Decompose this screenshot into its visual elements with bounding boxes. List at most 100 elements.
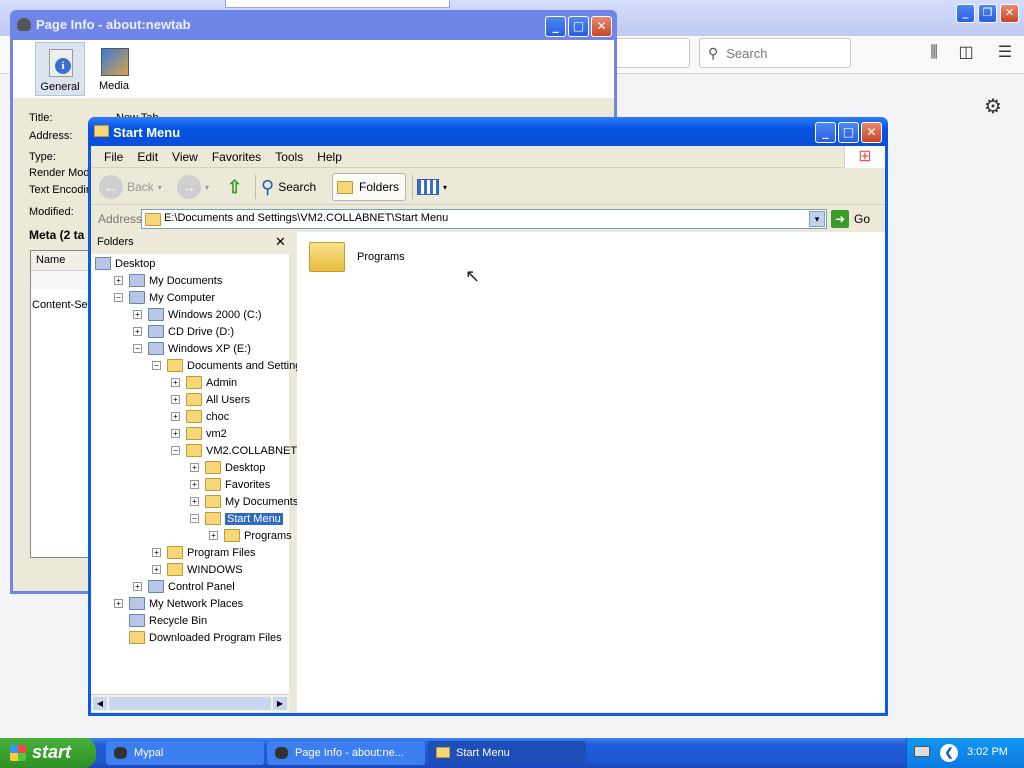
expand-icon[interactable]: + [209,531,218,540]
scroll-right-arrow-icon[interactable]: ▶ [273,697,287,710]
views-button[interactable]: ▾ [417,173,447,201]
expand-icon[interactable]: + [152,548,161,557]
expand-icon[interactable]: + [190,480,199,489]
explorer-close-button[interactable]: ✕ [861,122,882,143]
expand-icon[interactable]: + [171,429,180,438]
explorer-maximize-button[interactable]: □ [838,122,859,143]
expand-icon[interactable]: + [133,582,142,591]
tree-item[interactable]: Recycle Bin [93,612,289,629]
task-mypal[interactable]: Mypal [106,741,264,765]
page-info-maximize-button[interactable]: □ [568,16,589,37]
tree-item[interactable]: + vm2 [93,425,289,442]
start-button[interactable]: start [0,738,96,768]
up-folder-button[interactable]: ⇧ [227,173,242,201]
browser-restore-button[interactable]: ❐ [978,4,997,23]
tree-item[interactable]: + Admin [93,374,289,391]
menu-favorites[interactable]: Favorites [205,150,268,164]
menu-edit[interactable]: Edit [130,150,165,164]
expand-icon[interactable]: + [190,463,199,472]
collapse-icon[interactable]: − [133,344,142,353]
collapse-icon[interactable]: − [190,514,199,523]
library-icon[interactable]: ⫼ [924,43,944,63]
magnifier-icon: ⚲ [261,176,275,197]
collapse-icon[interactable]: − [152,361,161,370]
tree-item-label: Desktop [115,257,156,270]
expand-icon[interactable]: + [190,497,199,506]
tree-item[interactable]: + Windows 2000 (C:) [93,306,289,323]
system-folder-icon [95,257,111,270]
gear-icon[interactable]: ⚙ [984,94,1002,119]
page-info-tabs: i General Media [13,40,614,98]
tree-item[interactable]: + My Documents [93,493,298,510]
task-label: Start Menu [456,747,510,759]
go-button[interactable]: ➜ Go [831,210,870,228]
url-bar[interactable] [612,38,690,68]
tree-item[interactable]: + Control Panel [93,578,289,595]
forward-button[interactable]: → ▾ [177,173,209,201]
expand-icon[interactable]: + [171,378,180,387]
tree-item[interactable]: + WINDOWS [93,561,289,578]
tree-item[interactable]: + Desktop [93,459,289,476]
browser-minimize-button[interactable]: _ [956,4,975,23]
address-dropdown-button[interactable]: ▾ [809,211,825,227]
tree-item[interactable]: − Windows XP (E:) [93,340,289,357]
horizontal-scrollbar[interactable]: ◀ ▶ [91,694,289,711]
menu-file[interactable]: File [97,150,130,164]
expand-icon[interactable]: + [114,599,123,608]
tree-item[interactable]: + CD Drive (D:) [93,323,289,340]
tree-item[interactable]: + Programs [93,527,292,544]
expand-icon[interactable]: + [114,276,123,285]
tree-item[interactable]: Downloaded Program Files [93,629,289,646]
search-input[interactable]: ⚲ Search [699,38,851,68]
menu-help[interactable]: Help [310,150,349,164]
meta-row[interactable]: Content-Se [32,299,88,311]
tree-item[interactable]: − VM2.COLLABNET [93,442,297,459]
tree-item[interactable]: + My Documents [93,272,289,289]
browser-close-button[interactable]: ✕ [1000,4,1019,23]
folder-item-label: Programs [357,251,405,263]
task-label: Mypal [134,747,164,759]
expand-icon[interactable]: + [171,395,180,404]
keyboard-icon[interactable] [914,746,930,757]
forward-arrow-icon: → [177,175,201,199]
browser-tab[interactable] [225,0,450,8]
task-page-info[interactable]: Page Info - about:ne... [267,741,425,765]
expand-icon[interactable]: + [152,565,161,574]
tab-media[interactable]: Media [89,42,139,96]
mypal-icon [114,747,127,759]
menu-tools[interactable]: Tools [268,150,310,164]
chevron-left-icon[interactable]: ❮ [940,744,958,762]
tree-item[interactable]: + Favorites [93,476,289,493]
tree-item[interactable]: − My Computer [93,289,289,306]
expand-icon[interactable]: + [133,327,142,336]
tree-item[interactable]: Desktop [93,255,289,272]
folders-button[interactable]: Folders [332,173,406,201]
explorer-minimize-button[interactable]: _ [815,122,836,143]
tree-item[interactable]: + choc [93,408,289,425]
scroll-left-arrow-icon[interactable]: ◀ [93,697,107,710]
close-icon[interactable]: ✕ [275,234,286,250]
menu-icon[interactable]: ☰ [995,43,1015,63]
collapse-icon[interactable]: − [171,446,180,455]
tree-item[interactable]: − Start Menu [93,510,289,527]
sidebar-icon[interactable]: ◫ [956,43,976,63]
task-start-menu[interactable]: Start Menu [428,741,586,765]
tab-general[interactable]: i General [35,42,85,96]
menu-view[interactable]: View [165,150,205,164]
expand-icon[interactable]: + [133,310,142,319]
collapse-icon[interactable]: − [114,293,123,302]
back-arrow-icon: ← [99,175,123,199]
start-label: start [32,742,72,762]
tree-item[interactable]: − Documents and Settings [93,357,307,374]
page-info-close-button[interactable]: ✕ [591,16,612,37]
expand-icon[interactable]: + [171,412,180,421]
back-button[interactable]: ← Back ▾ [99,173,162,201]
tree-item[interactable]: + Program Files [93,544,289,561]
tree-item[interactable]: + My Network Places [93,595,289,612]
scroll-thumb[interactable] [109,697,271,710]
tree-item[interactable]: + All Users [93,391,289,408]
address-input[interactable]: E:\Documents and Settings\VM2.COLLABNET\… [141,209,827,229]
page-info-minimize-button[interactable]: _ [545,16,566,37]
search-button[interactable]: ⚲ Search [261,173,316,201]
folder-item-programs[interactable]: Programs [309,242,405,272]
